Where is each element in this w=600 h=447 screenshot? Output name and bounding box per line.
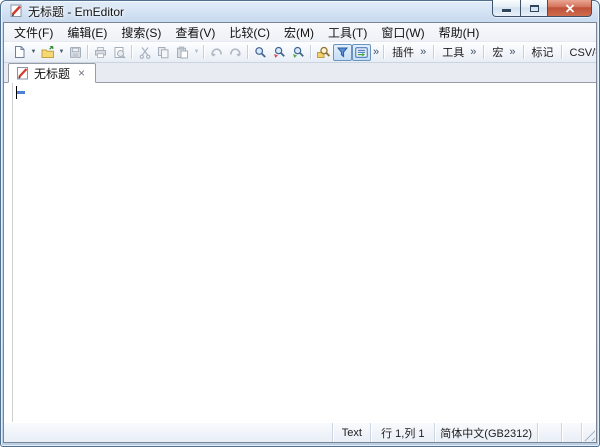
toolbar-separator bbox=[87, 45, 89, 59]
client-area: 文件(F) 编辑(E) 搜索(S) 查看(V) 比较(C) 宏(M) 工具(T)… bbox=[3, 22, 597, 443]
new-file-icon bbox=[13, 45, 26, 59]
find-icon bbox=[254, 46, 267, 59]
new-file-dropdown[interactable]: ▼ bbox=[29, 44, 38, 61]
editor-margin-line bbox=[12, 83, 13, 422]
document-tab[interactable]: 无标题 × bbox=[8, 63, 96, 83]
copy-icon bbox=[157, 46, 170, 59]
markers-toolbar-button[interactable]: 标记 bbox=[530, 44, 556, 60]
redo-button[interactable] bbox=[226, 44, 245, 61]
window-title: 无标题 - EmEditor bbox=[28, 3, 124, 20]
find-next-button[interactable] bbox=[270, 44, 289, 61]
menu-item-search[interactable]: 搜索(S) bbox=[114, 23, 168, 41]
app-icon bbox=[9, 4, 23, 18]
open-file-dropdown[interactable]: ▼ bbox=[57, 44, 66, 61]
tab-bar: 无标题 × bbox=[4, 63, 596, 83]
cut-button[interactable] bbox=[135, 44, 154, 61]
find-next-icon bbox=[273, 46, 286, 59]
status-grip-cell bbox=[581, 423, 596, 442]
toolbar-separator bbox=[310, 45, 312, 59]
maximize-icon bbox=[530, 5, 539, 12]
toolbar-group-macros: 宏 » bbox=[487, 44, 520, 61]
toolbar-separator bbox=[523, 45, 525, 59]
toolbar-group-tools: 工具 » bbox=[437, 44, 481, 61]
status-empty-cell bbox=[537, 423, 561, 442]
menu-item-view[interactable]: 查看(V) bbox=[168, 23, 222, 41]
paste-dropdown[interactable]: ▼ bbox=[192, 44, 201, 61]
open-file-button[interactable] bbox=[38, 44, 57, 61]
maximize-button[interactable] bbox=[521, 0, 548, 17]
copy-button[interactable] bbox=[154, 44, 173, 61]
print-preview-icon bbox=[113, 46, 126, 59]
tab-close-button[interactable]: × bbox=[75, 67, 88, 79]
print-icon bbox=[94, 46, 107, 59]
toolbar-separator bbox=[383, 45, 385, 59]
paste-button[interactable] bbox=[173, 44, 192, 61]
plugins-overflow-icon[interactable]: » bbox=[418, 44, 428, 61]
word-wrap-toggle-button[interactable] bbox=[352, 44, 371, 61]
eof-marker bbox=[17, 91, 25, 94]
toolbar-separator bbox=[483, 45, 485, 59]
status-empty-cell bbox=[561, 423, 581, 442]
macros-overflow-icon[interactable]: » bbox=[507, 44, 517, 61]
toolbar-separator bbox=[131, 45, 133, 59]
find-in-files-button[interactable] bbox=[314, 44, 333, 61]
filter-icon bbox=[336, 46, 349, 59]
toolbar-overflow-button[interactable]: » bbox=[371, 44, 381, 61]
status-caret-position[interactable]: 行 1,列 1 bbox=[370, 423, 434, 442]
undo-icon bbox=[210, 46, 223, 58]
toolbar-separator bbox=[247, 45, 249, 59]
window-controls bbox=[492, 0, 592, 17]
status-bar: Text 行 1,列 1 简体中文(GB2312) bbox=[4, 422, 596, 442]
find-in-files-icon bbox=[317, 46, 331, 59]
tools-toolbar-button[interactable]: 工具 bbox=[440, 44, 466, 60]
close-button[interactable] bbox=[548, 0, 592, 17]
close-icon bbox=[565, 4, 575, 13]
emeditor-window: 无标题 - EmEditor 文件(F) 编辑(E) 搜索(S) 查看(V) 比… bbox=[0, 0, 600, 447]
status-encoding[interactable]: 简体中文(GB2312) bbox=[434, 423, 537, 442]
menu-item-help[interactable]: 帮助(H) bbox=[432, 23, 487, 41]
find-button[interactable] bbox=[251, 44, 270, 61]
paste-icon bbox=[176, 46, 189, 59]
plugins-toolbar-button[interactable]: 插件 bbox=[390, 44, 416, 60]
menubar: 文件(F) 编辑(E) 搜索(S) 查看(V) 比较(C) 宏(M) 工具(T)… bbox=[4, 23, 596, 42]
replace-button[interactable] bbox=[289, 44, 308, 61]
replace-icon bbox=[292, 46, 305, 59]
emeditor-document-icon bbox=[16, 67, 29, 80]
print-preview-button[interactable] bbox=[110, 44, 129, 61]
csv-sort-toolbar-button[interactable]: CSV/排序 bbox=[568, 44, 597, 60]
tools-overflow-icon[interactable]: » bbox=[468, 44, 478, 61]
minimize-button[interactable] bbox=[492, 0, 521, 17]
toolbar-separator bbox=[561, 45, 563, 59]
minimize-icon bbox=[502, 9, 511, 12]
menu-item-tools[interactable]: 工具(T) bbox=[321, 23, 374, 41]
open-file-icon bbox=[41, 46, 55, 59]
menu-item-compare[interactable]: 比较(C) bbox=[222, 23, 277, 41]
toolbar: ▼ ▼ bbox=[4, 42, 596, 63]
save-button[interactable] bbox=[66, 44, 85, 61]
toolbar-separator bbox=[203, 45, 205, 59]
menu-item-window[interactable]: 窗口(W) bbox=[374, 23, 431, 41]
save-icon bbox=[69, 46, 82, 59]
undo-button[interactable] bbox=[207, 44, 226, 61]
redo-icon bbox=[229, 46, 242, 58]
new-file-button[interactable] bbox=[10, 44, 29, 61]
text-editor-area[interactable] bbox=[4, 83, 596, 422]
macros-toolbar-button[interactable]: 宏 bbox=[490, 44, 505, 60]
toolbar-group-plugins: 插件 » bbox=[387, 44, 431, 61]
resize-grip[interactable] bbox=[584, 430, 595, 441]
filter-toggle-button[interactable] bbox=[333, 44, 352, 61]
menu-item-edit[interactable]: 编辑(E) bbox=[60, 23, 114, 41]
word-wrap-icon bbox=[355, 46, 368, 59]
tab-label: 无标题 bbox=[34, 65, 70, 82]
print-button[interactable] bbox=[91, 44, 110, 61]
toolbar-group-csv-sort: CSV/排序 » bbox=[565, 44, 597, 61]
status-mode[interactable]: Text bbox=[332, 423, 370, 442]
toolbar-group-markers: 标记 bbox=[527, 44, 559, 60]
cut-icon bbox=[139, 46, 151, 59]
menu-item-macros[interactable]: 宏(M) bbox=[277, 23, 321, 41]
menu-item-file[interactable]: 文件(F) bbox=[7, 23, 60, 41]
toolbar-separator bbox=[433, 45, 435, 59]
